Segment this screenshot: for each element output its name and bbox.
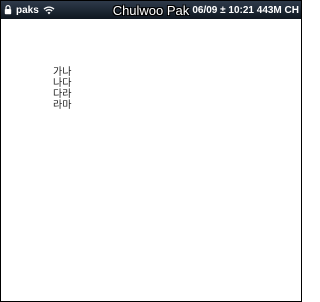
status-bar-right: 06/09 ± 10:21 443M CH [192, 1, 299, 19]
lock-icon [4, 5, 12, 15]
list-item: 라마 [53, 100, 72, 111]
list-item: 가나 [53, 67, 72, 78]
status-bar-left: paks [4, 1, 55, 19]
wifi-icon [43, 5, 55, 15]
content-area: 가나 나다 다라 라마 [1, 19, 301, 301]
status-bar: paks 06/09 ± 10:21 443M CH Chulwoo Pak [1, 1, 301, 19]
status-info-text: 06/09 ± 10:21 443M CH [192, 4, 299, 16]
screen-frame: paks 06/09 ± 10:21 443M CH Chulwoo Pak 가… [0, 0, 302, 302]
list-item: 다라 [53, 89, 72, 100]
list-item: 나다 [53, 78, 72, 89]
carrier-label: paks [16, 4, 39, 16]
text-list: 가나 나다 다라 라마 [53, 67, 71, 111]
